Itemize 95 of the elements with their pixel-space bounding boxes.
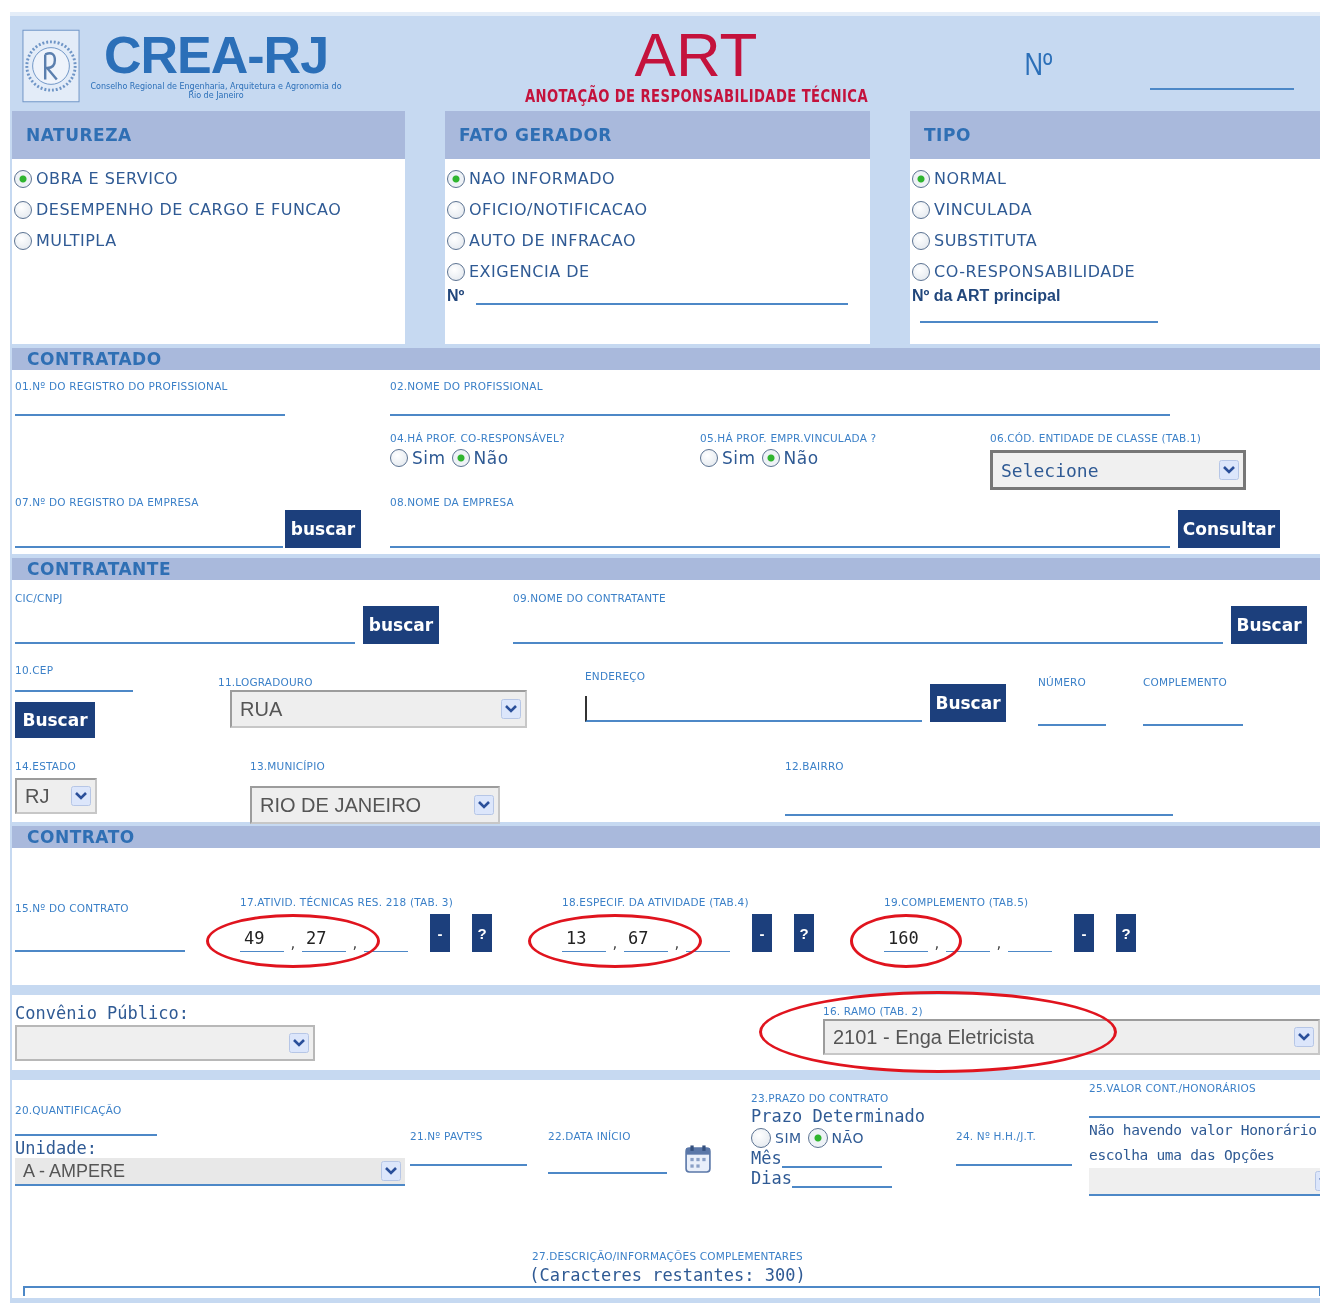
radio-label: SUBSTITUTA <box>934 231 1038 250</box>
field-label: 11.LOGRADOURO <box>218 675 314 690</box>
small-button[interactable]: ? <box>794 914 814 952</box>
search-button[interactable]: Consultar <box>1178 510 1280 548</box>
small-button[interactable]: ? <box>1116 914 1136 952</box>
radio-label: Sim <box>722 448 756 468</box>
field-label: 01.Nº DO REGISTRO DO PROFISSIONAL <box>15 379 229 394</box>
field-label: 12.BAIRRO <box>785 759 845 774</box>
field-label: Unidade: <box>15 1138 98 1158</box>
field-label: 02.NOME DO PROFISSIONAL <box>390 379 544 394</box>
field-label: 15.Nº DO CONTRATO <box>15 901 130 916</box>
search-button[interactable]: buscar <box>285 510 361 548</box>
field-label: Dias <box>751 1168 792 1188</box>
radio-label: OBRA E SERVICO <box>36 169 179 188</box>
input-field[interactable]: 27 <box>302 928 346 952</box>
input-field[interactable]: 160 <box>884 928 928 952</box>
field-label: 16. RAMO (TAB. 2) <box>823 1004 924 1019</box>
separator: , <box>995 934 1003 952</box>
number-label: Nº <box>1024 46 1053 83</box>
field-label: 04.HÁ PROF. CO-RESPONSÁVEL? <box>390 431 566 446</box>
field-label: NÚMERO <box>1038 675 1087 690</box>
radio-label: NÃO <box>831 1130 864 1146</box>
small-button[interactable]: - <box>1074 914 1094 952</box>
field-label: 18.ESPECIF. DA ATIVIDADE (TAB.4) <box>562 895 750 910</box>
panel-title: FATO GERADOR <box>459 125 612 145</box>
panel-title: TIPO <box>924 125 971 145</box>
search-button[interactable]: buscar <box>363 606 439 644</box>
field-label: Mês <box>751 1148 782 1168</box>
dropdown[interactable]: Selecione <box>990 450 1246 490</box>
radio-label: VINCULADA <box>934 200 1033 219</box>
section-title: CONTRATADO <box>27 349 162 369</box>
section-title: CONTRATANTE <box>27 559 172 579</box>
dropdown[interactable]: RIO DE JANEIRO <box>250 786 500 824</box>
field-label: 27.DESCRIÇÃO/INFORMAÇÕES COMPLEMENTARES <box>532 1249 803 1264</box>
radio-label: SIM <box>775 1130 802 1146</box>
radio-label: Sim <box>412 448 446 468</box>
field-label: 08.NOME DA EMPRESA <box>390 495 515 510</box>
panel-title: NATUREZA <box>26 125 132 145</box>
field-label: 14.ESTADO <box>15 759 77 774</box>
dropdown[interactable]: A - AMPERE <box>15 1158 405 1186</box>
radio-label: DESEMPENHO DE CARGO E FUNCAO <box>36 200 342 219</box>
logo-wordmark: CREA-RJ <box>103 28 329 82</box>
field-label: 10.CEP <box>15 663 55 678</box>
character-counter: (Caracteres restantes: 300) <box>529 1264 806 1286</box>
field-label: 21.Nº PAVTºS <box>410 1129 484 1144</box>
radio-label: AUTO DE INFRACAO <box>469 231 637 250</box>
number-label: Nº <box>447 287 465 305</box>
radio-label: NAO INFORMADO <box>469 169 616 188</box>
form-subtitle: ANOTAÇÃO DE RESPONSABILIDADE TÉCNICA <box>524 86 868 106</box>
search-button[interactable]: Buscar <box>1231 606 1307 644</box>
note-text: Não havendo valor Honorário escolha uma das Opções <box>1089 1121 1318 1165</box>
logo-tagline: Conselho Regional de Engenharia, Arquitetura e Agronomia do Rio de Janeiro <box>89 82 343 100</box>
field-label: 07.Nº DO REGISTRO DA EMPRESA <box>15 495 200 510</box>
field-label: 17.ATIVID. TÉCNICAS RES. 218 (TAB. 3) <box>240 895 455 910</box>
small-button[interactable]: - <box>430 914 450 952</box>
field-label: 20.QUANTIFICAÇÃO <box>15 1103 123 1118</box>
separator: , <box>289 934 297 952</box>
field-label: 06.CÓD. ENTIDADE DE CLASSE (TAB.1) <box>990 431 1203 446</box>
radio-label: CO-RESPONSABILIDADE <box>934 262 1136 281</box>
radio-label: Não <box>473 448 509 468</box>
number-label: Nº da ART principal <box>912 287 1062 305</box>
search-button[interactable]: Buscar <box>930 684 1006 722</box>
separator: , <box>673 934 681 952</box>
separator: , <box>611 934 619 952</box>
separator: , <box>351 934 359 952</box>
small-button[interactable]: - <box>752 914 772 952</box>
input-field[interactable]: 13 <box>562 928 606 952</box>
field-label: 23.PRAZO DO CONTRATO <box>751 1091 890 1106</box>
radio-label: OFICIO/NOTIFICACAO <box>469 200 648 219</box>
field-label: COMPLEMENTO <box>1143 675 1228 690</box>
form-title: ART <box>634 24 758 86</box>
field-label: 05.HÁ PROF. EMPR.VINCULADA ? <box>700 431 878 446</box>
radio-label: MULTIPLA <box>36 231 117 250</box>
field-label: 13.MUNICÍPIO <box>250 759 326 774</box>
search-button[interactable]: Buscar <box>15 702 95 738</box>
field-label: 09.NOME DO CONTRATANTE <box>513 591 667 606</box>
field-label: 22.DATA INÍCIO <box>548 1129 632 1144</box>
section-title: CONTRATO <box>27 827 135 847</box>
radio-label: EXIGENCIA DE <box>469 262 590 281</box>
radio-label: NORMAL <box>934 169 1007 188</box>
field-label: 24. Nº H.H./J.T. <box>956 1129 1037 1144</box>
field-label: CIC/CNPJ <box>15 591 64 606</box>
field-label: Prazo Determinado <box>751 1106 926 1126</box>
field-label: ENDEREÇO <box>585 669 647 684</box>
small-button[interactable]: ? <box>472 914 492 952</box>
radio-label: Não <box>783 448 819 468</box>
dropdown[interactable]: 2101 - Enga Eletricista <box>823 1019 1320 1055</box>
separator: , <box>933 934 941 952</box>
dropdown[interactable]: RJ <box>15 778 97 814</box>
input-field[interactable]: 67 <box>624 928 668 952</box>
input-field[interactable]: 49 <box>240 928 284 952</box>
field-label: 19.COMPLEMENTO (TAB.5) <box>884 895 1030 910</box>
field-label: 25.VALOR CONT./HONORÁRIOS <box>1089 1081 1257 1096</box>
dropdown[interactable]: RUA <box>230 690 527 728</box>
field-label: Convênio Público: <box>15 1003 190 1025</box>
